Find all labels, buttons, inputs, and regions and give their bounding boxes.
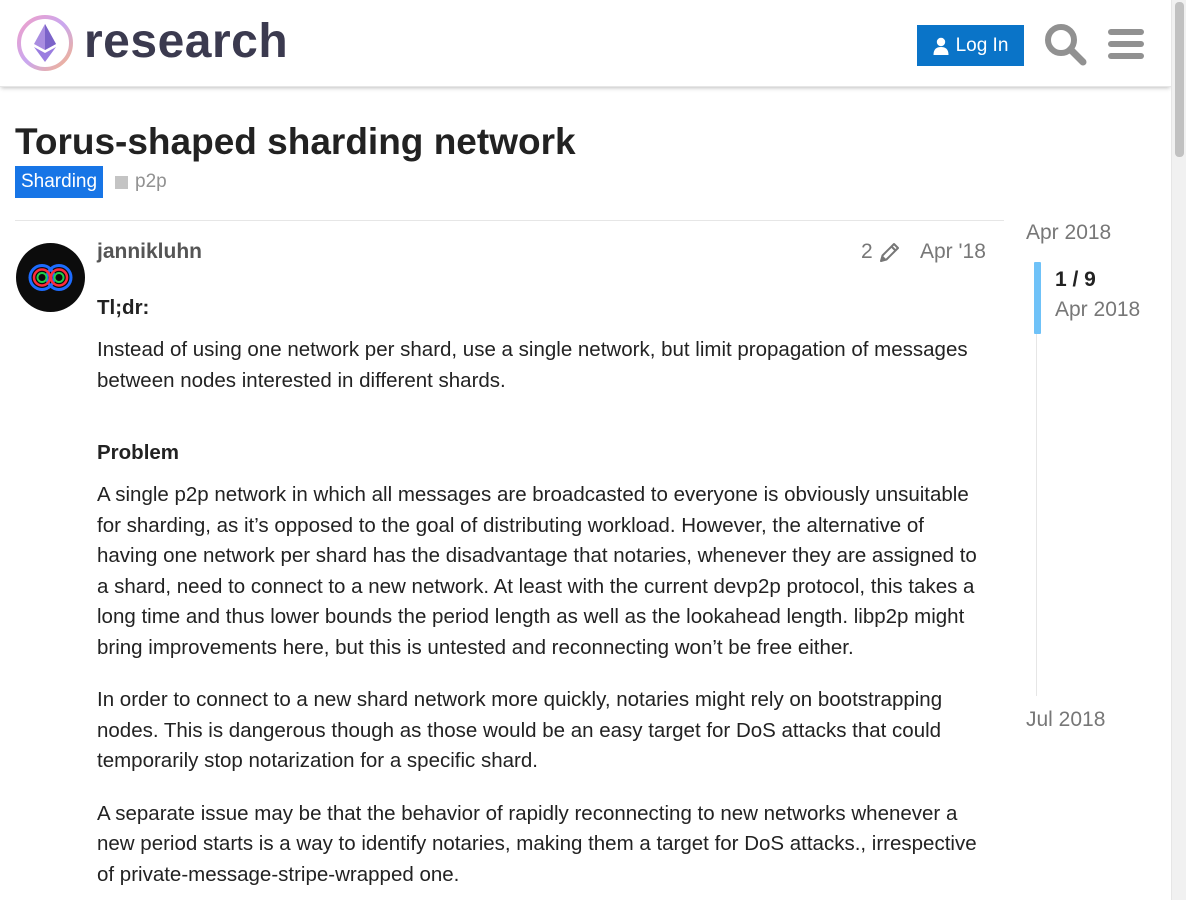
post-paragraph: In order to connect to a new shard netwo… [97, 688, 943, 772]
timeline-position-date: Apr 2018 [1055, 298, 1141, 321]
post-date[interactable]: Apr '18 [920, 240, 986, 264]
timeline-position: 1 / 9 [1055, 268, 1096, 291]
tag-label: p2p [135, 171, 167, 192]
topic-title[interactable]: Torus-shaped sharding network [15, 118, 576, 166]
problem-heading: Problem [97, 441, 180, 464]
scrollbar-thumb[interactable] [1175, 2, 1184, 157]
avatar[interactable] [16, 243, 85, 312]
timeline-handle[interactable] [1034, 262, 1041, 334]
site-header: research Log In [0, 0, 1171, 87]
ethereum-research-logo[interactable] [16, 14, 74, 72]
post-paragraph: A separate issue may be that the behavio… [97, 801, 977, 886]
edit-count: 2 [861, 240, 873, 263]
post-divider [15, 220, 1004, 221]
post-edit-history[interactable]: 2 [861, 240, 902, 264]
tldr-heading: Tl;dr: [97, 296, 150, 319]
log-in-button[interactable]: Log In [917, 25, 1024, 66]
tag-p2p[interactable]: p2p [115, 166, 167, 198]
site-logo-text[interactable]: research [84, 12, 288, 72]
user-icon [933, 37, 949, 55]
page-scrollbar[interactable] [1171, 0, 1186, 900]
category-badge[interactable]: Sharding [15, 166, 104, 198]
post-body: Tl;dr: Instead of using one network per … [97, 292, 977, 890]
log-in-label: Log In [955, 34, 1009, 56]
timeline-start-date[interactable]: Apr 2018 [1026, 221, 1111, 245]
avatar-image [28, 264, 73, 291]
tag-square-icon [115, 175, 128, 189]
search-icon[interactable] [1043, 22, 1087, 66]
timeline-end-date[interactable]: Jul 2018 [1026, 708, 1105, 732]
pencil-icon [879, 243, 899, 262]
hamburger-menu-icon[interactable] [1106, 22, 1146, 66]
post-username[interactable]: jannikluhn [97, 240, 202, 264]
post-paragraph: A single p2p network in which all messag… [97, 483, 977, 659]
tldr-paragraph: Instead of using one network per shard, … [97, 338, 968, 392]
